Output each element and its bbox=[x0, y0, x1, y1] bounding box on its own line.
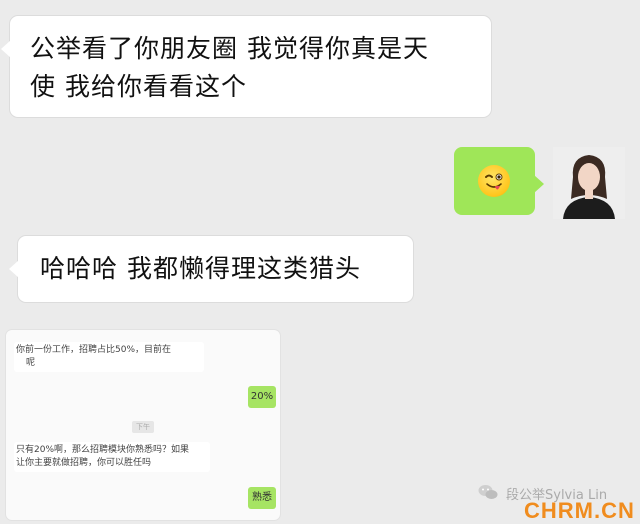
message-text-line: 公举看了你朋友圈 我觉得你真是天 bbox=[30, 34, 429, 63]
embedded-answer-bubble: 熟悉 bbox=[248, 487, 276, 509]
embedded-answer-bubble: 20% bbox=[248, 386, 276, 408]
wink-tongue-emoji-icon bbox=[478, 165, 510, 197]
message-bubble-received[interactable]: 公举看了你朋友圈 我觉得你真是天 使 我给你看看这个 bbox=[1, 16, 491, 117]
avatar-portrait-icon bbox=[553, 147, 625, 219]
message-text: 哈哈哈 我都懒得理这类猎头 bbox=[40, 254, 361, 283]
avatar[interactable] bbox=[553, 147, 625, 219]
watermark: 段公举Sylvia Lin CHRM.CN bbox=[478, 484, 638, 523]
embedded-text-line: 呢 bbox=[26, 358, 36, 368]
embedded-text-line: 你前一份工作，招聘占比50%，目前在 bbox=[16, 345, 172, 355]
embedded-timestamp: 下午 bbox=[132, 421, 154, 433]
wechat-icon bbox=[478, 484, 498, 504]
watermark-site: CHRM.CN bbox=[524, 498, 635, 523]
embedded-text-line: 让你主要就做招聘，你可以胜任吗 bbox=[16, 458, 152, 468]
message-bubble-sent[interactable] bbox=[454, 147, 544, 215]
wechat-logo-icon bbox=[478, 485, 498, 499]
message-text-line: 使 我给你看看这个 bbox=[30, 72, 247, 101]
emoji-face-icon bbox=[485, 173, 503, 190]
embedded-question-bubble: 只有20%啊，那么招聘模块你熟悉吗？如果 让你主要就做招聘，你可以胜任吗 bbox=[14, 442, 210, 472]
embedded-question-bubble: 你前一份工作，招聘占比50%，目前在 呢 bbox=[14, 342, 204, 372]
embedded-text-line: 只有20%啊，那么招聘模块你熟悉吗？如果 bbox=[16, 445, 190, 455]
embedded-chat-screenshot[interactable]: 你前一份工作，招聘占比50%，目前在 呢 20% 下午 只有20%啊，那么招聘模… bbox=[6, 330, 280, 520]
message-bubble-received[interactable]: 哈哈哈 我都懒得理这类猎头 bbox=[9, 236, 413, 302]
